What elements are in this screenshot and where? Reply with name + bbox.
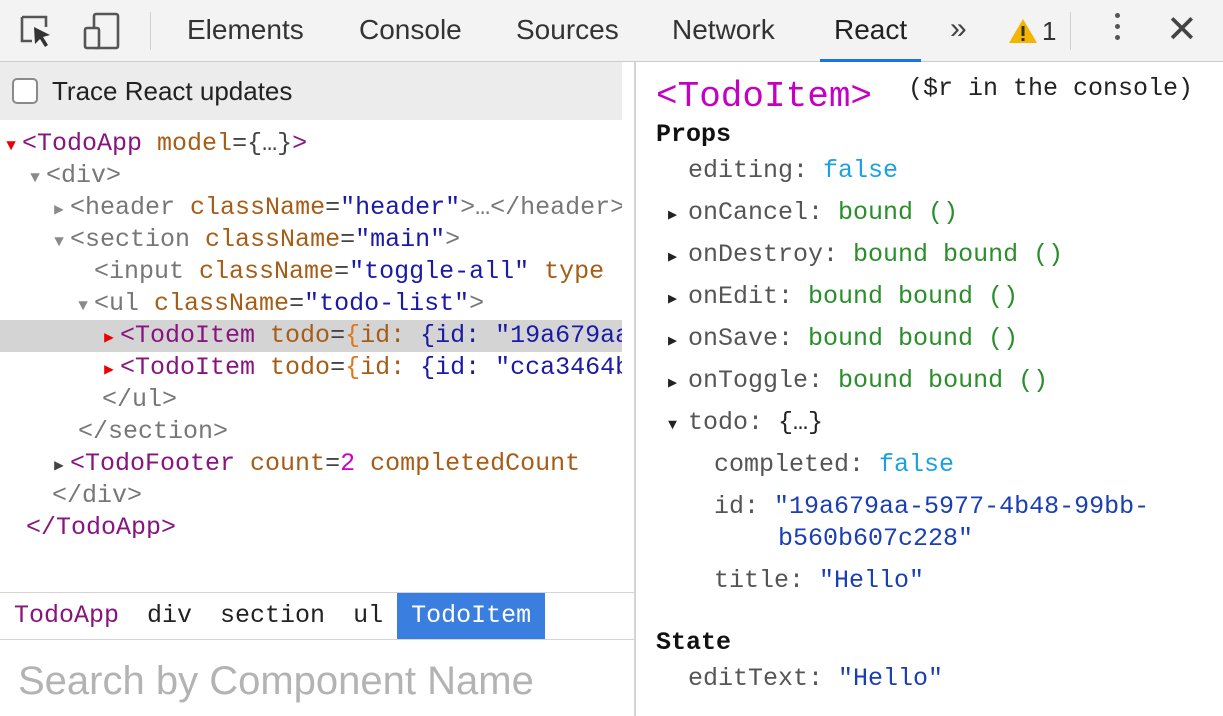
warning-icon — [1009, 19, 1037, 43]
expanded-triangle-icon[interactable]: ▼ — [72, 290, 94, 322]
tree-row-section[interactable]: ▼ <section className="main"> — [0, 224, 622, 256]
trace-updates-checkbox[interactable] — [12, 78, 38, 104]
breadcrumb-div[interactable]: div — [133, 593, 206, 639]
devtools-toolbar: Elements Console Sources Network React »… — [0, 0, 1223, 62]
expanded-triangle-icon[interactable]: ▼ — [0, 130, 22, 162]
trace-updates-toggle[interactable]: Trace React updates — [0, 62, 622, 120]
inspect-element-icon[interactable] — [14, 0, 58, 62]
tab-network[interactable]: Network — [672, 0, 775, 62]
expanded-triangle-icon[interactable]: ▼ — [24, 162, 46, 194]
toolbar-separator — [150, 12, 151, 50]
tab-console[interactable]: Console — [359, 0, 462, 62]
state-heading: State — [656, 628, 732, 657]
breadcrumb-section[interactable]: section — [206, 593, 339, 639]
component-details-pane: <TodoItem> ($r in the console) Props edi… — [636, 62, 1223, 716]
warning-count: 1 — [1042, 15, 1057, 46]
collapsed-triangle-icon[interactable]: ▶ — [98, 354, 120, 386]
collapsed-triangle-icon[interactable]: ▶ — [48, 194, 70, 226]
tree-row-todoitem[interactable]: ▶<TodoItem todo={id: {id: "cca3464b-8f1c… — [0, 352, 622, 384]
toolbar-separator — [1070, 12, 1071, 50]
component-search-input[interactable] — [18, 656, 618, 706]
state-edittext: editText: "Hello" — [688, 664, 944, 693]
collapsed-triangle-icon[interactable]: ▶ — [668, 241, 688, 275]
tab-react[interactable]: React — [819, 0, 922, 62]
breadcrumb-todoitem[interactable]: TodoItem — [397, 593, 546, 639]
tree-row-todofooter[interactable]: ▶ <TodoFooter count=2 completedCount — [0, 448, 622, 480]
tree-row-todoapp[interactable]: ▼ <TodoApp model={…}> — [0, 128, 622, 160]
tree-row-header[interactable]: ▶ <header className="header">…</header> — [0, 192, 622, 224]
prop-todo[interactable]: ▼ todo: {…} — [668, 406, 823, 440]
prop-todo-title: title: "Hello" — [714, 566, 925, 595]
selected-component-name: <TodoItem> — [656, 76, 873, 117]
prop-ontoggle[interactable]: ▶ onToggle: bound bound () — [668, 364, 1048, 398]
collapsed-triangle-icon[interactable]: ▶ — [668, 325, 688, 359]
props-heading: Props — [656, 120, 732, 149]
tree-row-todoitem-selected[interactable]: ▶<TodoItem todo={id: {id: "19a679aa-5977… — [0, 320, 622, 352]
tree-row-div[interactable]: ▼ <div> — [0, 160, 622, 192]
device-toolbar-icon[interactable] — [80, 0, 124, 62]
collapsed-triangle-icon[interactable]: ▶ — [48, 450, 70, 482]
component-tree-pane: Trace React updates ▼ <TodoApp model={…}>… — [0, 62, 634, 716]
tree-row-ul-close: </ul> — [102, 385, 178, 414]
tree-row-div-close: </div> — [52, 481, 143, 510]
tree-row-ul[interactable]: ▼ <ul className="todo-list"> — [0, 288, 622, 320]
collapsed-triangle-icon[interactable]: ▶ — [668, 199, 688, 233]
prop-onsave[interactable]: ▶ onSave: bound bound () — [668, 322, 1018, 356]
tree-row-input[interactable]: <input className="toggle-all" type — [0, 256, 622, 288]
breadcrumb-ul[interactable]: ul — [339, 593, 397, 639]
tab-elements[interactable]: Elements — [187, 0, 304, 62]
prop-todo-id: id: "19a679aa-5977-4b48-99bb- — [714, 492, 1150, 521]
prop-todo-completed: completed: false — [714, 450, 955, 479]
warnings-button[interactable]: 1 — [1008, 0, 1056, 62]
prop-editing: editing: false — [688, 156, 899, 185]
tab-sources[interactable]: Sources — [516, 0, 619, 62]
tree-row-section-close: </section> — [78, 417, 229, 446]
expanded-triangle-icon[interactable]: ▼ — [48, 226, 70, 258]
collapsed-triangle-icon[interactable]: ▶ — [668, 367, 688, 401]
breadcrumb: TodoApp div section ul TodoItem — [0, 592, 634, 640]
console-hint: ($r in the console) — [908, 74, 1194, 103]
more-options-icon[interactable] — [1110, 13, 1124, 49]
collapsed-triangle-icon[interactable]: ▶ — [98, 322, 120, 354]
more-tabs-button[interactable]: » — [950, 0, 967, 62]
collapsed-triangle-icon[interactable]: ▶ — [668, 283, 688, 317]
component-tree: ▼ <TodoApp model={…}> ▼ <div> ▶ <header cla… — [0, 128, 622, 538]
tree-row-todoapp-close: </TodoApp> — [26, 513, 177, 538]
prop-todo-id-continued: b560b607c228" — [778, 524, 974, 553]
close-devtools-button[interactable]: ✕ — [1166, 0, 1198, 62]
prop-ondestroy[interactable]: ▶ onDestroy: bound bound () — [668, 238, 1063, 272]
prop-onedit[interactable]: ▶ onEdit: bound bound () — [668, 280, 1018, 314]
prop-oncancel[interactable]: ▶ onCancel: bound () — [668, 196, 958, 230]
expanded-triangle-icon[interactable]: ▼ — [668, 409, 688, 443]
trace-updates-label: Trace React updates — [52, 75, 293, 106]
breadcrumb-todoapp[interactable]: TodoApp — [0, 593, 133, 639]
